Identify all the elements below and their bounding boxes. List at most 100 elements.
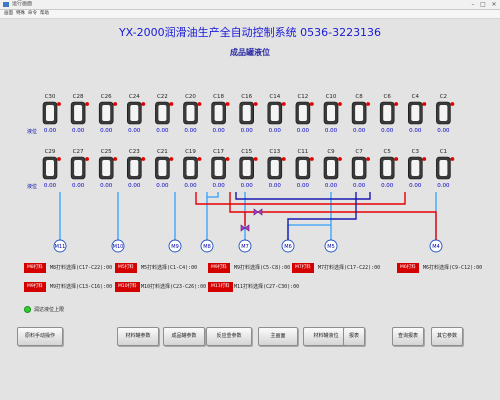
tank-level-value: 0.00 — [72, 128, 85, 134]
pump-run-badge[interactable]: M11打料 — [208, 282, 233, 292]
pump-run-badge[interactable]: M7打料 — [292, 263, 314, 273]
pump-selection-text: M6打料选择(C9-C12):00 — [423, 265, 483, 271]
tank-status-led-icon — [394, 157, 399, 161]
pump-selection-text: M9打料选择(C13-C16):00 — [50, 284, 113, 290]
tank-status-led-icon — [169, 102, 174, 106]
tank-status-led-icon — [85, 102, 89, 106]
tank-label: C29 — [45, 149, 56, 155]
alarm-indicator: 润达液位上限 — [24, 306, 64, 313]
tank-label: C26 — [101, 94, 112, 100]
pump-run-badge[interactable]: M8打料 — [24, 263, 46, 273]
tank-level-value: 0.00 — [44, 183, 57, 189]
pump-run-badge[interactable]: M9打料 — [208, 263, 230, 273]
tank-label: C8 — [355, 94, 363, 100]
tank-level-value: 0.00 — [241, 128, 254, 134]
tank-level-value: 0.00 — [437, 128, 450, 134]
tank-label: C12 — [297, 94, 308, 100]
tank-window — [130, 105, 139, 121]
pump-selection-text: M11打料选择(C27-C30):00 — [234, 284, 300, 290]
pump-run-badge[interactable]: M6打料 — [397, 263, 419, 273]
valve-icon — [253, 208, 263, 216]
alarm-text: 润达液位上限 — [34, 307, 65, 313]
query-report-button[interactable]: 查询报表 — [392, 327, 424, 346]
tank-status-led-icon — [225, 157, 230, 161]
tank-level-value: 0.00 — [353, 128, 366, 134]
app-window: 运行画面 – □ ✕ 画面 特殊 命令 帮助 YX-2000润滑油生产全自动控制… — [0, 0, 500, 400]
pump-run-badge[interactable]: M5打料 — [115, 263, 137, 273]
tank-label: C24 — [129, 94, 140, 100]
tank-status-led-icon — [422, 102, 427, 106]
tank-level-value: 0.00 — [128, 128, 141, 134]
tank-window — [214, 105, 223, 121]
tank-level-value: 0.00 — [156, 128, 169, 134]
tank-label: C21 — [157, 149, 168, 155]
tank-status-led-icon — [197, 102, 202, 106]
pump-label: M8 — [203, 244, 211, 250]
pump-label: M5 — [327, 244, 335, 250]
tank-label: C5 — [384, 149, 392, 155]
product-tank-params-button[interactable]: 成品罐参数 — [163, 327, 205, 346]
tank-level-value: 0.00 — [212, 128, 225, 134]
tank-window — [102, 105, 111, 121]
manual-operation-button[interactable]: 原料手动操作 — [17, 327, 63, 346]
tank-status-led-icon — [169, 157, 174, 161]
tank-window — [383, 160, 392, 176]
tank-status-led-icon — [225, 102, 230, 106]
material-tank-params-button[interactable]: 材料罐参数 — [117, 327, 159, 346]
tank-window — [158, 105, 167, 121]
pump-run-badge[interactable]: M10打料 — [115, 282, 140, 292]
reactor-params-button[interactable]: 反应釜参数 — [206, 327, 252, 346]
pump-run-badge[interactable]: M9打料 — [24, 282, 46, 292]
tank-level-value: 0.00 — [269, 183, 282, 189]
tank-window — [383, 105, 392, 121]
tank-level-value: 0.00 — [325, 183, 338, 189]
tank-status-led-icon — [450, 102, 455, 106]
tank-level-value: 0.00 — [212, 183, 225, 189]
tank-level-value: 0.00 — [437, 183, 450, 189]
tank-label: C2 — [440, 94, 447, 100]
tank-status-led-icon — [450, 157, 455, 161]
tank-window — [298, 160, 307, 176]
other-params-button[interactable]: 其它参数 — [431, 327, 463, 346]
tank-level-value: 0.00 — [409, 183, 422, 189]
tank-window — [439, 160, 448, 176]
tank-window — [186, 105, 195, 121]
tank-window — [355, 105, 364, 121]
pump-label: M4 — [432, 244, 440, 250]
pump-selection-text: M5打料选择(C1-C4):00 — [141, 265, 198, 271]
tank-label: C19 — [185, 149, 196, 155]
tank-label: C11 — [297, 149, 308, 155]
tank-window — [74, 160, 83, 176]
tank-level-value: 0.00 — [100, 128, 113, 134]
tank-label: C14 — [269, 94, 280, 100]
tank-status-led-icon — [57, 102, 61, 106]
tank-level-value: 0.00 — [409, 128, 422, 134]
pump-label: M6 — [284, 244, 292, 250]
tank-window — [130, 160, 139, 176]
tank-window — [214, 160, 223, 176]
tank-label: C6 — [384, 94, 392, 100]
main-screen-button[interactable]: 主画面 — [258, 327, 298, 346]
alarm-led-icon — [24, 306, 31, 313]
tank-status-led-icon — [366, 102, 370, 106]
pipe-line — [207, 192, 219, 198]
pipe-line — [287, 224, 331, 240]
tank-label: C17 — [213, 149, 224, 155]
pump-label: M11 — [55, 244, 66, 250]
pipe-line — [235, 192, 371, 200]
tank-row-label: 液位 — [27, 183, 37, 190]
tank-status-led-icon — [338, 102, 342, 106]
report-button[interactable]: 报表 — [343, 327, 365, 346]
tank-label: C10 — [326, 94, 337, 100]
tank-status-led-icon — [197, 157, 202, 161]
tank-level-value: 0.00 — [269, 128, 282, 134]
tank-row-label: 液位 — [27, 128, 37, 135]
tank-label: C1 — [440, 149, 447, 155]
pump-selection-text: M10打料选择(C23-C26):00 — [141, 284, 207, 290]
tank-status-led-icon — [310, 102, 314, 106]
tank-label: C9 — [327, 149, 335, 155]
pump-label: M10 — [113, 244, 124, 250]
tank-status-led-icon — [394, 102, 399, 106]
tank-status-led-icon — [422, 157, 427, 161]
tank-window — [411, 105, 420, 121]
